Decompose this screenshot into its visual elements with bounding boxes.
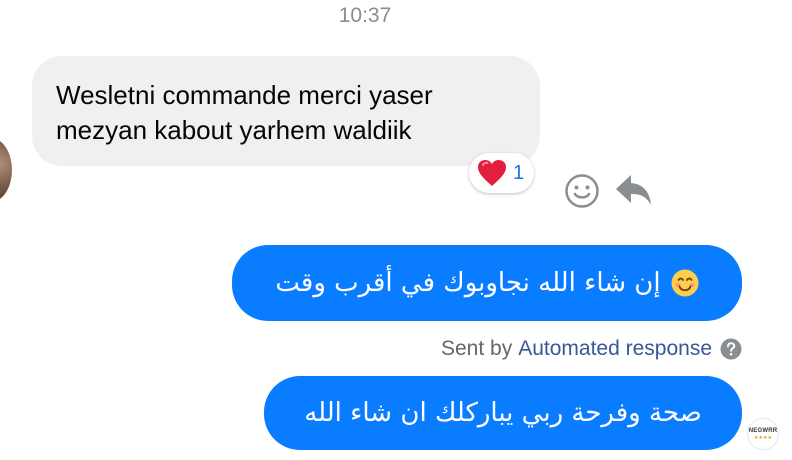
heart-icon	[478, 160, 506, 186]
incoming-message-line-1: Wesletni commande merci yaser	[56, 80, 433, 110]
reaction-count: 1	[513, 161, 525, 184]
outgoing-message-bubble[interactable]: صحة وفرحة ربي يباركلك ان شاء الله	[264, 376, 742, 450]
outgoing-message-text: إن شاء الله نجاوبوك في أقرب وقت	[275, 268, 661, 298]
seen-by-avatar: NEGWRR ★★★★	[747, 418, 779, 450]
reply-icon[interactable]	[614, 172, 654, 208]
sent-by-prefix: Sent by	[440, 337, 513, 360]
message-reaction-pill[interactable]: 1	[469, 153, 535, 193]
chat-thread: 10:37 Wesletni commande merci yaser mezy…	[0, 0, 792, 460]
incoming-message-bubble[interactable]: Wesletni commande merci yaser mezyan kab…	[32, 56, 540, 166]
automated-response-link[interactable]: Automated response	[518, 337, 712, 361]
outgoing-message-text: صحة وفرحة ربي يباركلك ان شاء الله	[304, 398, 702, 428]
sender-avatar[interactable]	[0, 138, 12, 202]
sent-by-label: Sent by Automated response	[441, 337, 742, 361]
seen-avatar-stars: ★★★★	[754, 434, 772, 441]
outgoing-message-bubble[interactable]: إن شاء الله نجاوبوك في أقرب وقت	[232, 245, 742, 321]
message-timestamp: 10:37	[338, 4, 392, 27]
seen-avatar-brand: NEGWRR	[748, 427, 778, 434]
incoming-message-line-2: mezyan kabout yarhem waldiik	[56, 115, 412, 145]
help-icon[interactable]	[720, 338, 742, 360]
react-smiley-icon[interactable]	[564, 173, 600, 209]
smiling-face-icon	[671, 269, 699, 297]
